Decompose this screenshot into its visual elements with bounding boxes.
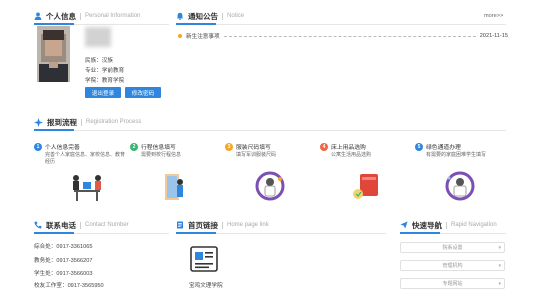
step-desc: 公寓生活用品选购 [331, 152, 372, 158]
notice-panel-title: 通知公告 Notice [176, 9, 244, 23]
quicknav-title: 快速导航 [412, 220, 442, 230]
process-title-en: Registration Process [86, 119, 142, 125]
title-separator [81, 118, 82, 126]
personal-panel-title: 个人信息 Personal Information [34, 9, 140, 23]
title-separator [222, 12, 223, 20]
process-title: 报到流程 [47, 117, 77, 127]
step-title: 绿色通道办理 [426, 145, 461, 151]
homepage-link-icon[interactable] [189, 244, 219, 276]
title-separator [222, 221, 223, 229]
process-panel-title: 报到流程 Registration Process [34, 115, 141, 129]
logout-button[interactable]: 退出登录 [85, 87, 121, 98]
process-divider [34, 130, 506, 131]
step-number: 4 [320, 142, 328, 151]
quicknav-panel-title: 快速导航 Rapid Navigation [400, 218, 497, 232]
title-separator [446, 221, 447, 229]
step-number: 2 [130, 142, 138, 151]
personal-title: 个人信息 [46, 11, 76, 21]
quicknav-select-label: 管理机构 [442, 263, 463, 269]
quicknav-title-en: Rapid Navigation [451, 222, 497, 228]
contact-line: 综合处：0917-3361065 [34, 244, 93, 250]
links-panel-title: 首页链接 Home page link [176, 218, 269, 232]
major-text: 专业：学前教育 [85, 68, 125, 74]
send-icon [400, 221, 408, 229]
homepage-link-label[interactable]: 宝鸡文理学院 [189, 281, 223, 289]
contact-line: 教务处：0917-3566207 [34, 258, 93, 264]
links-title: 首页链接 [188, 220, 218, 230]
links-title-en: Home page link [227, 222, 269, 228]
sparkle-icon [34, 117, 43, 127]
contact-line: 学生处：0917-3566003 [34, 271, 93, 277]
step-4-illustration [350, 172, 384, 204]
step-title: 个人信息完善 [45, 145, 80, 151]
ethnicity-text: 民族：汉族 [85, 58, 113, 64]
title-separator [80, 12, 81, 20]
chevron-down-icon: ▾ [498, 281, 501, 287]
step-4[interactable]: 4 床上用品选购 公寓生活用品选购 [320, 142, 416, 159]
notice-divider [176, 24, 506, 25]
step-number: 3 [225, 142, 233, 151]
notice-more-link[interactable]: more>> [484, 13, 503, 19]
contact-panel-title: 联系电话 Contact Number [34, 218, 129, 232]
chevron-down-icon: ▾ [498, 263, 501, 269]
notice-title: 通知公告 [188, 11, 218, 21]
step-number: 1 [34, 142, 42, 151]
title-separator [80, 221, 81, 229]
college-text: 学院：教育学院 [85, 78, 125, 84]
document-icon [176, 221, 184, 229]
quicknav-select-admin[interactable]: 管理机构 ▾ [400, 260, 505, 271]
personal-accent-bar [34, 23, 74, 25]
notice-item-title: 新生注意事项 [186, 34, 220, 40]
step-1[interactable]: 1 个人信息完善 完善个人家庭信息、家校信息、教育经历 [34, 142, 130, 166]
contact-title-en: Contact Number [85, 222, 129, 228]
notice-item[interactable]: 新生注意事项 2021-11-15 [178, 32, 508, 40]
phone-icon [34, 221, 42, 229]
notice-title-en: Notice [227, 13, 245, 19]
step-2-illustration [163, 172, 185, 204]
process-accent-bar [34, 129, 74, 131]
user-icon [34, 12, 42, 20]
step-2[interactable]: 2 行程信息填写 需要到校行程信息 [130, 142, 226, 159]
quicknav-accent-bar [400, 232, 440, 234]
quicknav-select-departments[interactable]: 院系设置 ▾ [400, 242, 505, 253]
step-title: 床上用品选购 [331, 145, 366, 151]
step-3[interactable]: 3 服装尺码填写 填写军训服装尺码 [225, 142, 321, 159]
step-title: 服装尺码填写 [236, 145, 271, 151]
avatar [37, 26, 70, 82]
notice-bullet [178, 34, 182, 38]
quicknav-select-label: 专题网站 [442, 281, 463, 287]
name-placeholder [85, 27, 111, 47]
step-desc: 有需要的家庭困难学生填写 [426, 152, 487, 158]
step-number: 5 [415, 142, 423, 151]
step-5-illustration [444, 170, 476, 204]
contact-title: 联系电话 [46, 220, 76, 230]
quicknav-select-topics[interactable]: 专题网站 ▾ [400, 278, 505, 289]
step-desc: 完善个人家庭信息、家校信息、教育经历 [45, 152, 126, 165]
step-desc: 需要到校行程信息 [141, 152, 182, 158]
personal-title-en: Personal Information [85, 13, 141, 19]
step-desc: 填写军训服装尺码 [236, 152, 277, 158]
quicknav-select-label: 院系设置 [442, 245, 463, 251]
notice-accent-bar [176, 23, 216, 25]
links-accent-bar [176, 232, 216, 234]
bell-icon [176, 12, 184, 20]
step-5[interactable]: 5 绿色通道办理 有需要的家庭困难学生填写 [415, 142, 511, 159]
notice-item-date: 2021-11-15 [479, 33, 508, 39]
step-1-illustration [70, 172, 104, 204]
step-3-illustration [254, 170, 286, 204]
change-password-button[interactable]: 修改密码 [125, 87, 161, 98]
notice-leader [223, 35, 476, 37]
contact-accent-bar [34, 232, 74, 234]
contact-line: 校友工作室：0917-3565950 [34, 283, 104, 289]
chevron-down-icon: ▾ [498, 245, 501, 251]
step-title: 行程信息填写 [141, 145, 176, 151]
